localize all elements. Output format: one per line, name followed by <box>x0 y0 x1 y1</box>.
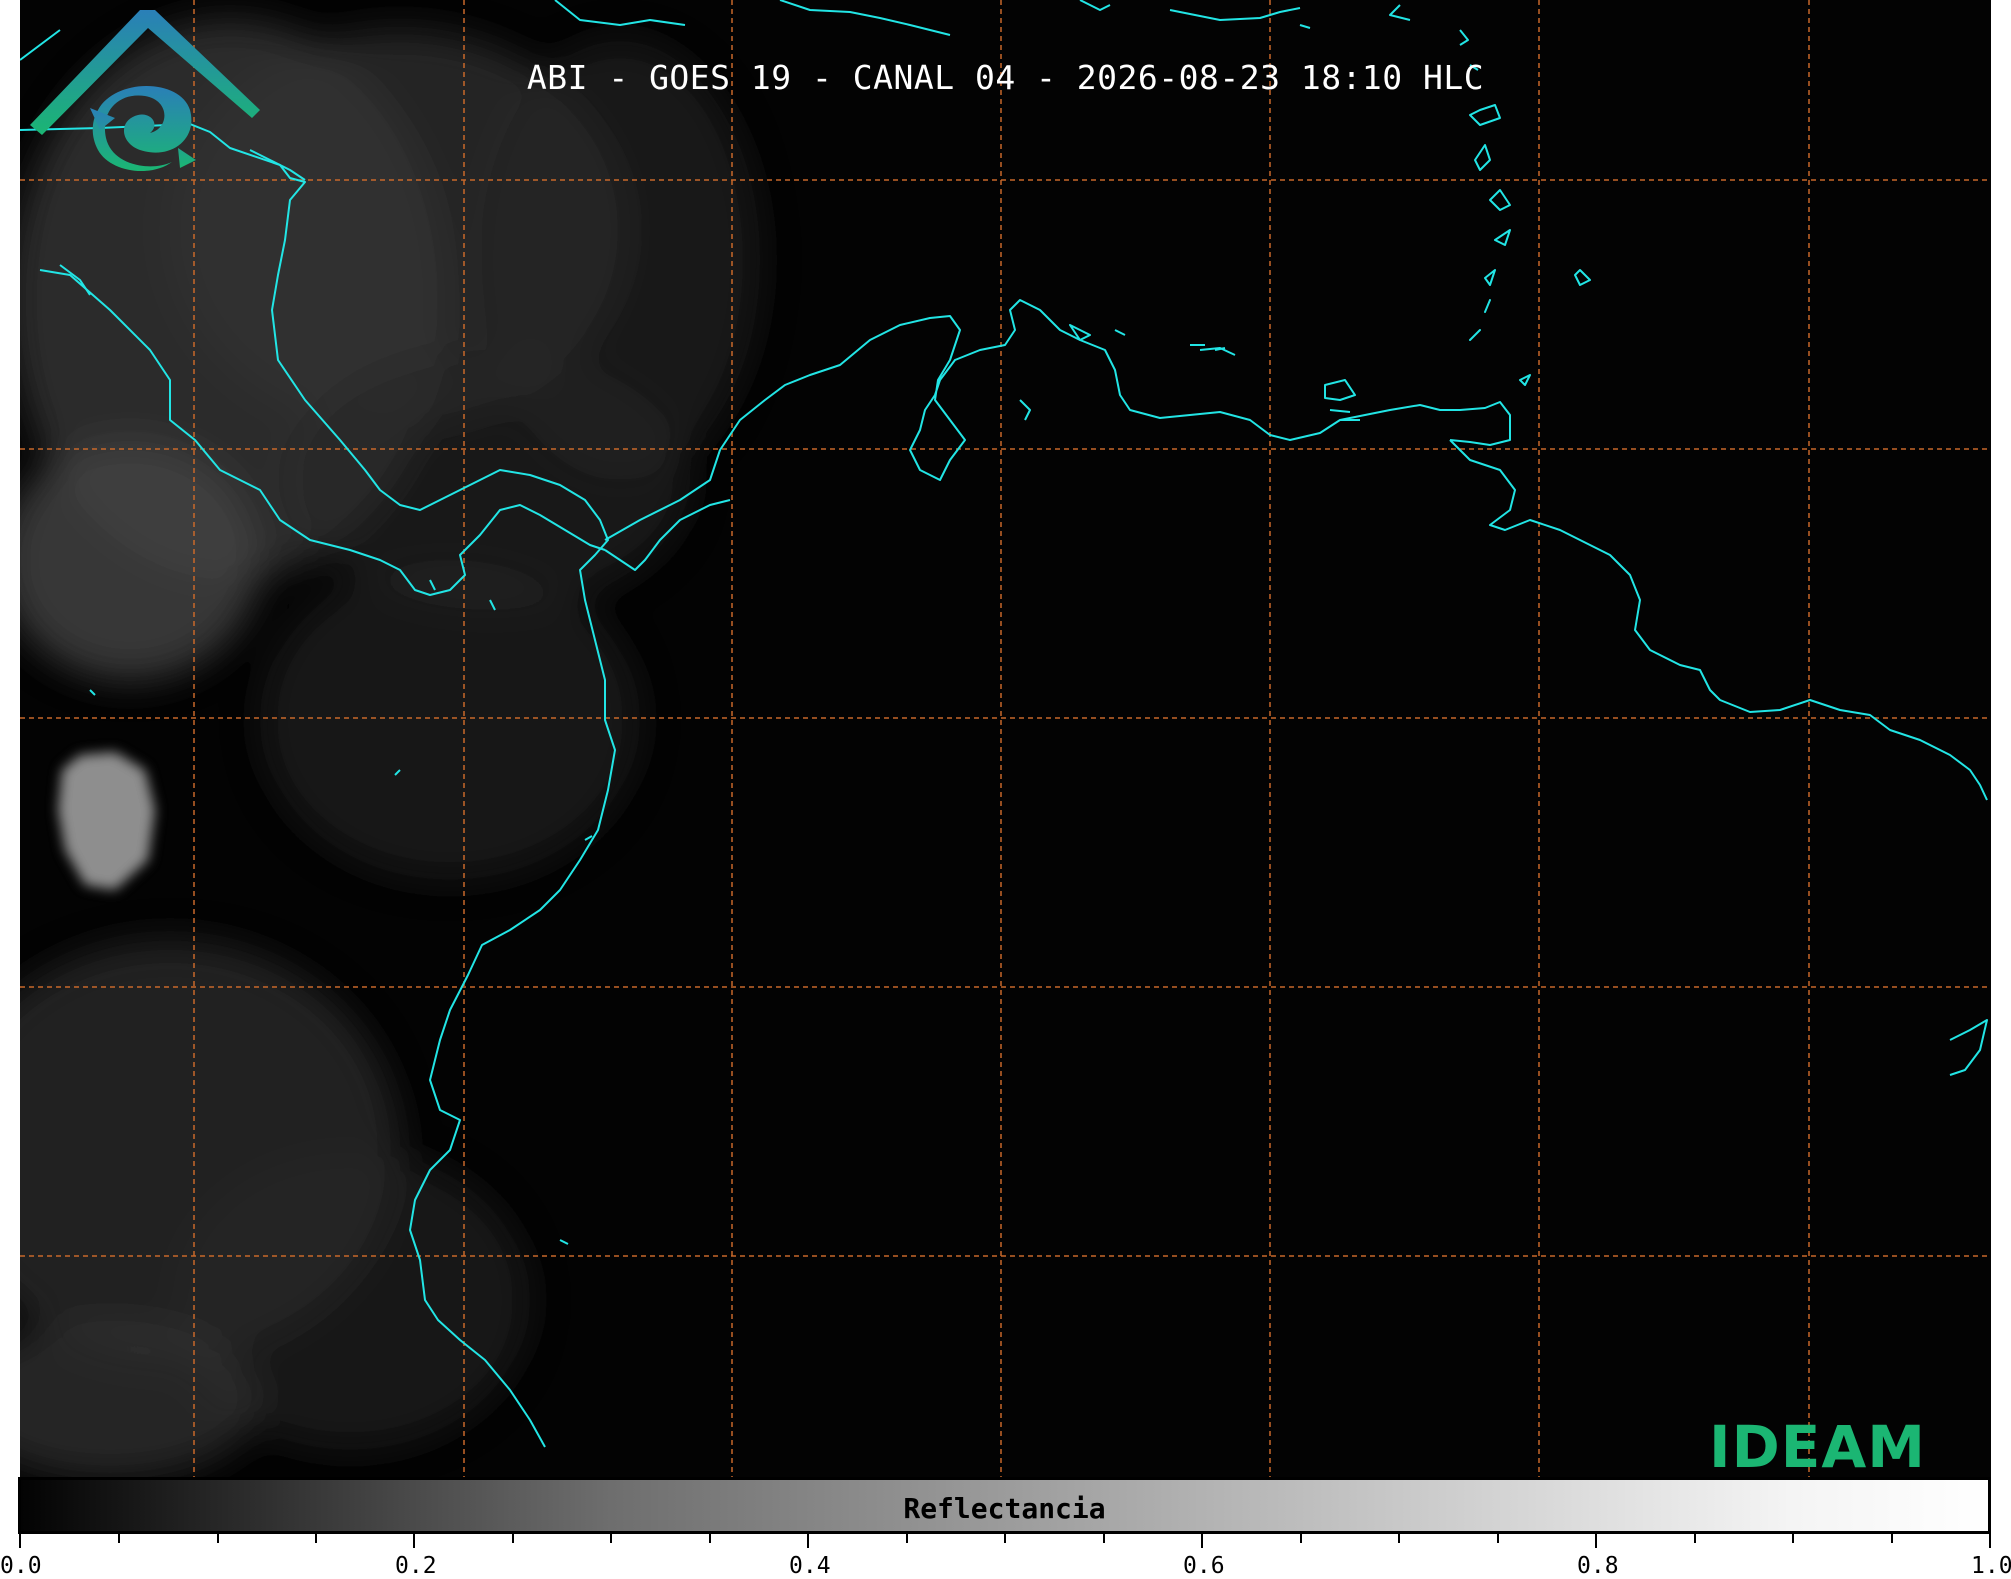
colorbar-tick <box>1891 1534 1893 1543</box>
colorbar-label: Reflectancia <box>903 1492 1106 1525</box>
colorbar-tick-label: 0.0 <box>0 1553 42 1579</box>
colorbar-tick <box>610 1534 612 1543</box>
colorbar-ticks: 0.0 0.2 0.4 0.6 0.8 1.0 <box>0 1534 2011 1579</box>
colorbar: Reflectancia <box>18 1477 1991 1534</box>
map-title: ABI - GOES 19 - CANAL 04 - 2026-08-23 18… <box>526 58 1485 97</box>
ideam-logo-text: IDEAM <box>1709 1413 1926 1477</box>
colorbar-tick <box>315 1534 317 1543</box>
colorbar-tick <box>807 1534 809 1548</box>
colorbar-tick-label: 0.8 <box>1577 1553 1619 1579</box>
colorbar-tick <box>1792 1534 1794 1543</box>
colorbar-tick <box>906 1534 908 1543</box>
colorbar-tick <box>1004 1534 1006 1543</box>
satellite-map: ABI - GOES 19 - CANAL 04 - 2026-08-23 18… <box>20 0 1991 1477</box>
ideam-logo-icon <box>30 10 260 172</box>
colorbar-tick <box>1398 1534 1400 1543</box>
colorbar-tick-label: 0.4 <box>789 1553 831 1579</box>
colorbar-tick <box>512 1534 514 1543</box>
cloud-cover <box>20 20 760 1477</box>
colorbar-tick <box>1201 1534 1203 1548</box>
colorbar-tick <box>1300 1534 1302 1543</box>
colorbar-tick <box>19 1534 21 1548</box>
colorbar-tick <box>709 1534 711 1543</box>
colorbar-tick-label: 0.2 <box>395 1553 437 1579</box>
colorbar-tick <box>413 1534 415 1548</box>
storm-cell <box>58 752 155 890</box>
colorbar-tick <box>1497 1534 1499 1543</box>
colorbar-tick <box>1103 1534 1105 1543</box>
colorbar-tick-label: 1.0 <box>1971 1553 2011 1579</box>
colorbar-tick <box>217 1534 219 1543</box>
colorbar-tick <box>1595 1534 1597 1548</box>
colorbar-tick <box>1694 1534 1696 1543</box>
colorbar-tick-label: 0.6 <box>1183 1553 1225 1579</box>
map-canvas <box>20 0 1991 1477</box>
colorbar-tick <box>1989 1534 1991 1548</box>
colorbar-tick <box>118 1534 120 1543</box>
